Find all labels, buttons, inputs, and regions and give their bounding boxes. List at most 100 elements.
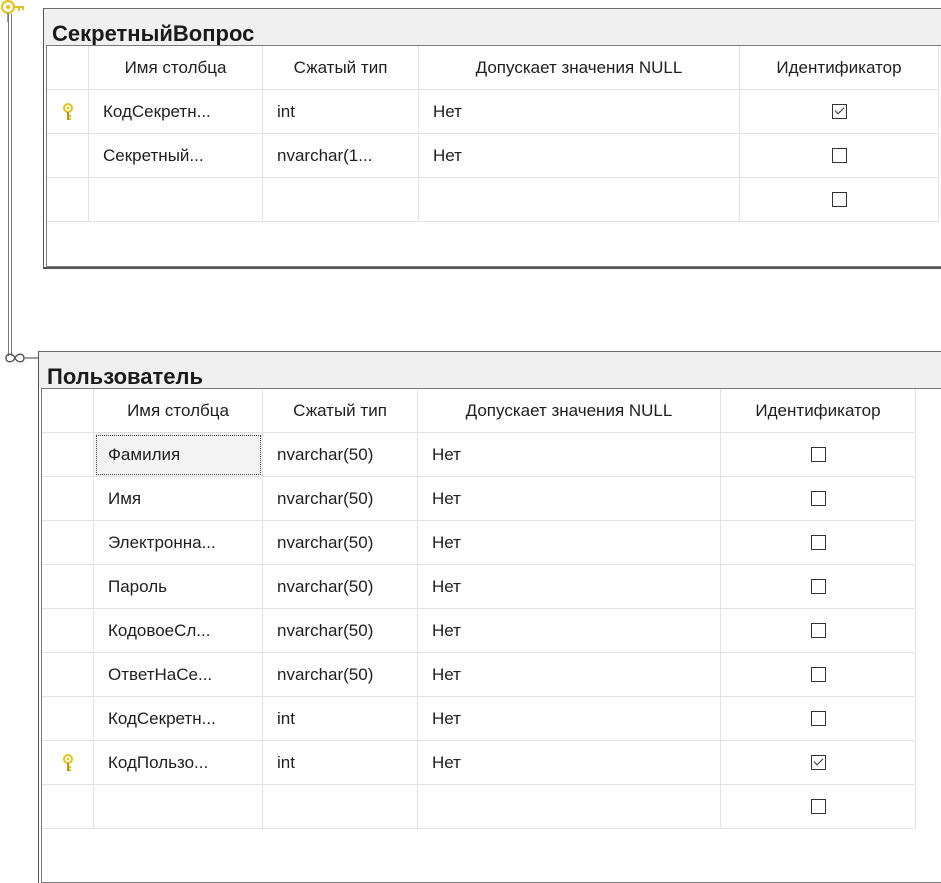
row-selector-header[interactable] <box>47 46 89 90</box>
table-row[interactable]: КодПользо... int Нет <box>42 741 941 785</box>
identity-checkbox[interactable] <box>810 491 826 506</box>
table-row[interactable]: Секретный... nvarchar(1... Нет <box>47 134 941 178</box>
cell-column-name[interactable]: Электронна... <box>94 521 263 565</box>
cell-column-name[interactable] <box>94 785 263 829</box>
table-title[interactable]: СекретныйВопрос <box>44 9 941 45</box>
row-selector[interactable] <box>42 785 94 829</box>
row-selector[interactable] <box>42 477 94 521</box>
cell-type[interactable]: int <box>263 741 418 785</box>
identity-checkbox[interactable] <box>810 667 826 682</box>
cell-nullable[interactable]: Нет <box>418 565 721 609</box>
header-type[interactable]: Сжатый тип <box>263 46 419 90</box>
cell-type[interactable]: nvarchar(50) <box>263 609 418 653</box>
cell-identity <box>721 433 916 477</box>
cell-nullable[interactable] <box>418 785 721 829</box>
identity-checkbox[interactable] <box>810 447 826 462</box>
cell-column-name[interactable]: КодПользо... <box>94 741 263 785</box>
header-column-name[interactable]: Имя столбца <box>94 389 263 433</box>
key-icon <box>62 102 73 120</box>
header-nullable[interactable]: Допускает значения NULL <box>419 46 740 90</box>
table-row[interactable] <box>42 785 941 829</box>
cell-nullable[interactable]: Нет <box>419 90 740 134</box>
table-row[interactable]: Фамилия nvarchar(50) Нет <box>42 433 941 477</box>
identity-checkbox[interactable] <box>810 711 826 726</box>
table-row[interactable]: ОтветНаСе... nvarchar(50) Нет <box>42 653 941 697</box>
cell-type[interactable]: nvarchar(50) <box>263 653 418 697</box>
row-selector[interactable] <box>47 134 89 178</box>
cell-type[interactable] <box>263 178 419 222</box>
cell-type[interactable]: nvarchar(50) <box>263 565 418 609</box>
cell-nullable[interactable]: Нет <box>418 477 721 521</box>
row-selector[interactable] <box>42 653 94 697</box>
identity-checkbox[interactable] <box>810 799 826 814</box>
row-selector[interactable] <box>42 521 94 565</box>
cell-type[interactable]: int <box>263 697 418 741</box>
header-type[interactable]: Сжатый тип <box>263 389 418 433</box>
table-row[interactable]: КодовоеСл... nvarchar(50) Нет <box>42 609 941 653</box>
identity-checkbox-checked[interactable] <box>831 104 847 119</box>
row-selector[interactable] <box>42 741 94 785</box>
header-column-name[interactable]: Имя столбца <box>89 46 263 90</box>
identity-checkbox-checked[interactable] <box>810 755 826 770</box>
cell-nullable[interactable] <box>419 178 740 222</box>
cell-type[interactable]: nvarchar(1... <box>263 134 419 178</box>
table-row[interactable]: Электронна... nvarchar(50) Нет <box>42 521 941 565</box>
cell-column-name[interactable]: КодСекретн... <box>89 90 263 134</box>
cell-type[interactable]: int <box>263 90 419 134</box>
table-row[interactable] <box>47 178 941 222</box>
cell-column-name[interactable] <box>89 178 263 222</box>
row-selector[interactable] <box>42 697 94 741</box>
relationship-line[interactable] <box>8 14 12 356</box>
cell-column-name[interactable]: Секретный... <box>89 134 263 178</box>
header-identity[interactable]: Идентификатор <box>740 46 939 90</box>
cell-identity <box>721 565 916 609</box>
table-secret-question[interactable]: СекретныйВопрос Имя столбца Сжатый тип Д… <box>43 8 941 269</box>
identity-checkbox[interactable] <box>810 623 826 638</box>
cell-column-name[interactable]: ОтветНаСе... <box>94 653 263 697</box>
table-row[interactable]: Пароль nvarchar(50) Нет <box>42 565 941 609</box>
row-selector[interactable] <box>42 609 94 653</box>
grid-header: Имя столбца Сжатый тип Допускает значени… <box>42 389 941 433</box>
header-identity[interactable]: Идентификатор <box>721 389 916 433</box>
cell-column-name[interactable]: Фамилия <box>94 433 263 477</box>
cell-column-name[interactable]: Имя <box>94 477 263 521</box>
table-title[interactable]: Пользователь <box>39 352 941 388</box>
table-row[interactable]: КодСекретн... int Нет <box>42 697 941 741</box>
columns-grid[interactable]: Имя столбца Сжатый тип Допускает значени… <box>46 45 941 267</box>
cell-type[interactable]: nvarchar(50) <box>263 521 418 565</box>
cell-type[interactable] <box>263 785 418 829</box>
table-user[interactable]: Пользователь Имя столбца Сжатый тип Допу… <box>38 351 941 883</box>
rows: КодСекретн... int Нет Секретный... nvarchar(… <box>47 90 941 222</box>
identity-checkbox[interactable] <box>831 192 847 207</box>
cell-nullable[interactable]: Нет <box>418 741 721 785</box>
identity-checkbox[interactable] <box>810 535 826 550</box>
cell-nullable[interactable]: Нет <box>419 134 740 178</box>
cell-type[interactable]: nvarchar(50) <box>263 477 418 521</box>
key-end-icon <box>1 0 24 22</box>
row-selector[interactable] <box>47 90 89 134</box>
cell-identity <box>721 653 916 697</box>
cell-nullable[interactable]: Нет <box>418 697 721 741</box>
cell-nullable[interactable]: Нет <box>418 433 721 477</box>
cell-column-name[interactable]: Пароль <box>94 565 263 609</box>
identity-checkbox[interactable] <box>831 148 847 163</box>
identity-checkbox[interactable] <box>810 579 826 594</box>
row-selector-header[interactable] <box>42 389 94 433</box>
cell-identity <box>740 134 939 178</box>
columns-grid[interactable]: Имя столбца Сжатый тип Допускает значени… <box>41 388 941 883</box>
row-selector[interactable] <box>42 433 94 477</box>
table-row[interactable]: КодСекретн... int Нет <box>47 90 941 134</box>
cell-identity <box>740 178 939 222</box>
cell-column-name[interactable]: КодовоеСл... <box>94 609 263 653</box>
cell-nullable[interactable]: Нет <box>418 521 721 565</box>
cell-type[interactable]: nvarchar(50) <box>263 433 418 477</box>
table-row[interactable]: Имя nvarchar(50) Нет <box>42 477 941 521</box>
row-selector[interactable] <box>42 565 94 609</box>
cell-column-name[interactable]: КодСекретн... <box>94 697 263 741</box>
key-icon <box>62 753 73 771</box>
header-nullable[interactable]: Допускает значения NULL <box>418 389 721 433</box>
cell-identity <box>721 741 916 785</box>
cell-nullable[interactable]: Нет <box>418 653 721 697</box>
cell-nullable[interactable]: Нет <box>418 609 721 653</box>
row-selector[interactable] <box>47 178 89 222</box>
